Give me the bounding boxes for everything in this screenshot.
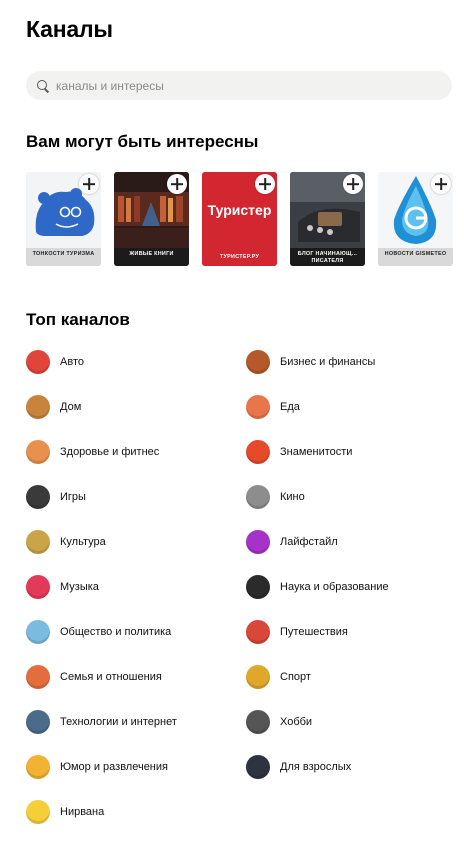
runner-icon bbox=[26, 440, 50, 464]
passport-icon bbox=[246, 620, 270, 644]
category-item[interactable]: Бизнес и финансы bbox=[246, 349, 375, 375]
category-item[interactable]: Музыка bbox=[26, 574, 99, 600]
category-item[interactable]: Нирвана bbox=[26, 799, 104, 825]
add-channel-button[interactable] bbox=[79, 174, 99, 194]
card-label: ТУРИСТЕР.РУ bbox=[202, 248, 277, 266]
film-reel-icon bbox=[246, 485, 270, 509]
category-item[interactable]: Путешествия bbox=[246, 619, 348, 645]
music-note-icon bbox=[26, 575, 50, 599]
category-label: Авто bbox=[60, 356, 84, 368]
category-label: Бизнес и финансы bbox=[280, 356, 376, 368]
category-label: Игры bbox=[60, 491, 86, 503]
search-input[interactable] bbox=[56, 78, 436, 93]
card-label: ЖИВЫЕ КНИГИ bbox=[114, 248, 189, 266]
category-label: Семья и отношения bbox=[60, 671, 162, 683]
category-item[interactable]: Еда bbox=[246, 394, 300, 420]
add-channel-button[interactable] bbox=[255, 174, 275, 194]
channel-card-zhivye-knigi[interactable]: ЖИВЫЕ КНИГИ bbox=[114, 172, 189, 266]
category-item[interactable]: Авто bbox=[26, 349, 84, 375]
category-item[interactable]: Кино bbox=[246, 484, 305, 510]
category-label: Еда bbox=[280, 401, 300, 413]
category-item[interactable]: Здоровье и фитнес bbox=[26, 439, 159, 465]
category-label: Путешествия bbox=[280, 626, 348, 638]
sun-icon bbox=[26, 800, 50, 824]
trophy-icon bbox=[246, 665, 270, 689]
page-title: Каналы bbox=[26, 16, 113, 42]
laptop-icon bbox=[26, 710, 50, 734]
category-label: Здоровье и фитнес bbox=[60, 446, 160, 458]
category-item[interactable]: Спорт bbox=[246, 664, 311, 690]
category-item[interactable]: Технологии и интернет bbox=[26, 709, 177, 735]
add-channel-button[interactable] bbox=[431, 174, 451, 194]
dark-moon-icon bbox=[246, 755, 270, 779]
house-icon bbox=[26, 395, 50, 419]
add-channel-button[interactable] bbox=[167, 174, 187, 194]
sunglasses-icon bbox=[246, 530, 270, 554]
card-label: ТОНКОСТИ ТУРИЗМА bbox=[26, 248, 101, 266]
category-item[interactable]: Общество и политика bbox=[26, 619, 171, 645]
category-item[interactable]: Знаменитости bbox=[246, 439, 352, 465]
category-label: Знаменитости bbox=[280, 446, 353, 458]
channel-card-blog-pisatelya[interactable]: БЛОГ НАЧИНАЮЩ... ПИСАТЕЛЯ bbox=[290, 172, 365, 266]
channel-card-gismeteo[interactable]: НОВОСТИ GISMETEO bbox=[378, 172, 453, 266]
channel-card-turister[interactable]: Туристер ТУРИСТЕР.РУ bbox=[202, 172, 277, 266]
top-channels-section-title: Топ каналов bbox=[26, 310, 130, 329]
search-bar[interactable] bbox=[26, 71, 452, 100]
category-label: Нирвана bbox=[60, 806, 105, 818]
laughing-face-icon bbox=[26, 755, 50, 779]
category-label: Спорт bbox=[280, 671, 311, 683]
category-item[interactable]: Юмор и развлечения bbox=[26, 754, 168, 780]
category-label: Кино bbox=[280, 491, 305, 503]
category-label: Юмор и развлечения bbox=[60, 761, 168, 773]
car-icon bbox=[26, 350, 50, 374]
globe-icon bbox=[26, 620, 50, 644]
recommended-carousel[interactable]: ТОНКОСТИ ТУРИЗМА ЖИВЫЕ КНИГИ Туристер ТУ… bbox=[26, 172, 464, 266]
category-item[interactable]: Хобби bbox=[246, 709, 312, 735]
category-item[interactable]: Для взрослых bbox=[246, 754, 351, 780]
family-icon bbox=[26, 665, 50, 689]
card-label: БЛОГ НАЧИНАЮЩ... ПИСАТЕЛЯ bbox=[290, 248, 365, 266]
gamepad-icon bbox=[26, 485, 50, 509]
category-item[interactable]: Семья и отношения bbox=[26, 664, 162, 690]
search-icon bbox=[36, 79, 50, 93]
category-label: Культура bbox=[60, 536, 106, 548]
category-label: Технологии и интернет bbox=[60, 716, 177, 728]
card-label: НОВОСТИ GISMETEO bbox=[378, 248, 453, 266]
category-label: Общество и политика bbox=[60, 626, 172, 638]
recommended-section-title: Вам могут быть интересны bbox=[26, 132, 259, 151]
category-item[interactable]: Игры bbox=[26, 484, 86, 510]
museum-icon bbox=[26, 530, 50, 554]
graduation-cap-icon bbox=[246, 575, 270, 599]
category-label: Для взрослых bbox=[280, 761, 352, 773]
category-label: Лайфстайл bbox=[280, 536, 338, 548]
channel-card-tonkosti-turizma[interactable]: ТОНКОСТИ ТУРИЗМА bbox=[26, 172, 101, 266]
turister-logo-text: Туристер bbox=[207, 202, 272, 218]
category-item[interactable]: Культура bbox=[26, 529, 106, 555]
category-label: Хобби bbox=[280, 716, 313, 728]
category-label: Дом bbox=[60, 401, 82, 413]
celebrity-icon bbox=[246, 440, 270, 464]
camera-icon bbox=[246, 710, 270, 734]
briefcase-icon bbox=[246, 350, 270, 374]
category-item[interactable]: Наука и образование bbox=[246, 574, 389, 600]
category-item[interactable]: Лайфстайл bbox=[246, 529, 338, 555]
category-item[interactable]: Дом bbox=[26, 394, 81, 420]
food-icon bbox=[246, 395, 270, 419]
category-label: Наука и образование bbox=[280, 581, 389, 593]
category-label: Музыка bbox=[60, 581, 99, 593]
add-channel-button[interactable] bbox=[343, 174, 363, 194]
